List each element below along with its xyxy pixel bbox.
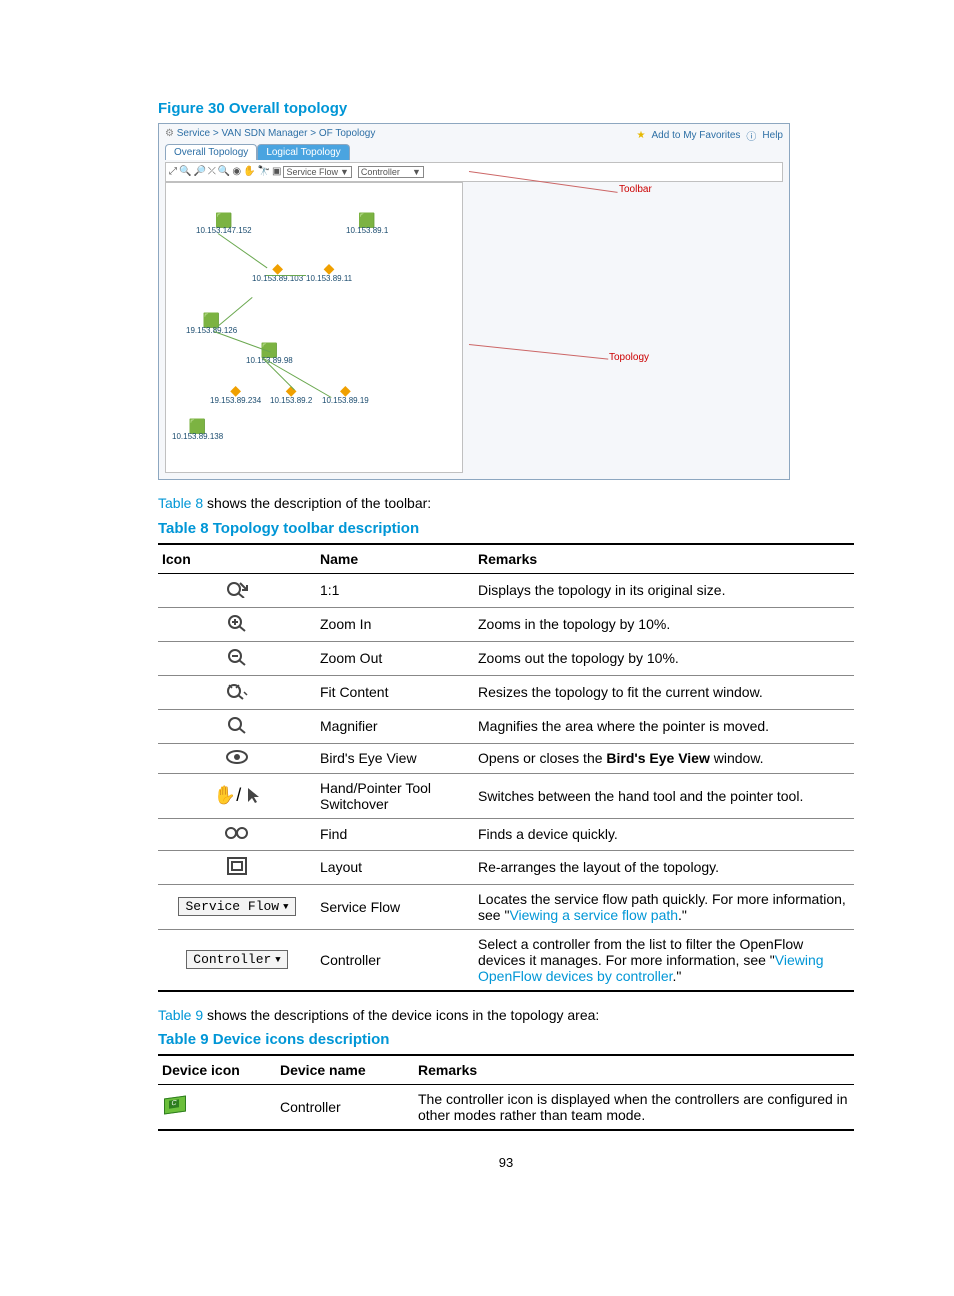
switch-icon: ◆: [306, 261, 352, 275]
table8-remarks: Zooms out the topology by 10%.: [474, 641, 854, 675]
hand-pointer-icon: ✋/: [214, 785, 260, 805]
table8-remarks: Zooms in the topology by 10%.: [474, 607, 854, 641]
doc-link[interactable]: Viewing OpenFlow devices by controller: [478, 952, 824, 984]
controller-icon: 🟩: [196, 213, 252, 227]
callout-toolbar: Toolbar: [619, 184, 652, 195]
topology-canvas: 🟩10.153.147.152 🟩10.153.89.1 ◆10.153.89.…: [165, 182, 463, 473]
zoom-in-icon[interactable]: 🔍: [179, 167, 191, 177]
find-icon[interactable]: 🔭: [258, 167, 270, 177]
table8-row: Service Flow▼ Service FlowLocates the ser…: [158, 884, 854, 929]
page-number: 93: [158, 1155, 854, 1170]
find-icon: [225, 825, 249, 841]
table8-h-remarks: Remarks: [474, 544, 854, 574]
table8-name: Service Flow: [316, 884, 474, 929]
one-to-one-icon[interactable]: ⤢: [169, 167, 177, 177]
controller-icon: 🟩: [346, 213, 388, 227]
table8-name: 1:1: [316, 573, 474, 607]
table8-row: ✋/ Hand/Pointer Tool SwitchoverSwitches …: [158, 773, 854, 818]
table8-remarks: Switches between the hand tool and the p…: [474, 773, 854, 818]
table-8: Icon Name Remarks 1:1Displays the topolo…: [158, 543, 854, 992]
controller-dropdown[interactable]: Controller▼: [186, 950, 287, 969]
controller-icon: 🟩: [172, 419, 223, 433]
table8-row: Controller▼ ControllerSelect a controller…: [158, 929, 854, 991]
table8-remarks: Select a controller from the list to fil…: [474, 929, 854, 991]
zoom-out-icon: [227, 648, 247, 666]
table8-remarks: Locates the service flow path quickly. F…: [474, 884, 854, 929]
table9-remarks: The controller icon is displayed when th…: [414, 1085, 854, 1131]
table8-remarks: Re-arranges the layout of the topology.: [474, 850, 854, 884]
zoom-in-icon: [227, 614, 247, 632]
magnifier-icon[interactable]: 🔍: [218, 167, 230, 177]
eye-icon[interactable]: ◉: [232, 167, 241, 177]
controller-dropdown[interactable]: Controller▼: [358, 166, 424, 178]
birds-eye-icon: [226, 750, 248, 764]
service-flow-dropdown[interactable]: Service Flow▼: [283, 166, 351, 178]
table8-row: Zoom InZooms in the topology by 10%.: [158, 607, 854, 641]
figure-overall-topology: ⚙ Service > VAN SDN Manager > OF Topolog…: [158, 123, 790, 480]
table-9: Device icon Device name Remarks C Contro…: [158, 1054, 854, 1131]
table8-row: Zoom OutZooms out the topology by 10%.: [158, 641, 854, 675]
table8-remarks: Magnifies the area where the pointer is …: [474, 709, 854, 743]
table9-h-remarks: Remarks: [414, 1055, 854, 1085]
layout-icon: [227, 857, 247, 875]
table8-h-icon: Icon: [158, 544, 316, 574]
table9-h-icon: Device icon: [158, 1055, 276, 1085]
service-flow-dropdown[interactable]: Service Flow▼: [178, 897, 295, 916]
callout-topology: Topology: [609, 352, 649, 363]
zoom-out-icon[interactable]: 🔎: [193, 167, 205, 177]
table8-row: Fit ContentResizes the topology to fit t…: [158, 675, 854, 709]
table8-name: Magnifier: [316, 709, 474, 743]
ref-table-8[interactable]: Table 8: [158, 495, 203, 511]
fit-content-icon: [226, 682, 248, 700]
layout-icon[interactable]: ▣: [272, 167, 281, 177]
table8-remarks: Opens or closes the Bird's Eye View wind…: [474, 743, 854, 773]
table8-remarks: Displays the topology in its original si…: [474, 573, 854, 607]
table9-row: C Controller The controller icon is disp…: [158, 1085, 854, 1131]
table8-row: 1:1Displays the topology in its original…: [158, 573, 854, 607]
table8-title: Table 8 Topology toolbar description: [158, 520, 854, 537]
table8-h-name: Name: [316, 544, 474, 574]
tab-logical-topology[interactable]: Logical Topology: [257, 144, 349, 160]
table8-row: MagnifierMagnifies the area where the po…: [158, 709, 854, 743]
add-favorites-link[interactable]: Add to My Favorites: [652, 130, 741, 141]
hand-icon[interactable]: ✋: [243, 167, 255, 177]
tab-overall-topology[interactable]: Overall Topology: [165, 144, 257, 160]
help-link[interactable]: Help: [762, 130, 783, 141]
paragraph-table9: Table 9 shows the descriptions of the de…: [158, 1006, 854, 1026]
switch-icon: ◆: [210, 383, 261, 397]
table8-remarks: Finds a device quickly.: [474, 818, 854, 850]
breadcrumb: ⚙ Service > VAN SDN Manager > OF Topolog…: [165, 128, 375, 139]
table9-name: Controller: [276, 1085, 414, 1131]
figure-title: Figure 30 Overall topology: [158, 100, 854, 117]
table8-name: Hand/Pointer Tool Switchover: [316, 773, 474, 818]
table8-name: Fit Content: [316, 675, 474, 709]
table8-name: Bird's Eye View: [316, 743, 474, 773]
table8-name: Zoom In: [316, 607, 474, 641]
table8-remarks: Resizes the topology to fit the current …: [474, 675, 854, 709]
table8-name: Find: [316, 818, 474, 850]
table8-row: Bird's Eye ViewOpens or closes the Bird'…: [158, 743, 854, 773]
doc-link[interactable]: Viewing a service flow path: [509, 907, 678, 923]
ref-table-9[interactable]: Table 9: [158, 1007, 203, 1023]
star-icon: ★: [637, 130, 646, 141]
table8-name: Controller: [316, 929, 474, 991]
controller-device-icon: C: [162, 1095, 188, 1117]
paragraph-table8: Table 8 shows the description of the too…: [158, 494, 854, 514]
help-icon[interactable]: ⓘ: [746, 128, 756, 143]
magnifier-icon: [227, 716, 247, 734]
table8-name: Layout: [316, 850, 474, 884]
one-to-one-icon: [226, 580, 248, 598]
table9-h-name: Device name: [276, 1055, 414, 1085]
fit-icon[interactable]: ⤫: [208, 167, 216, 177]
table9-title: Table 9 Device icons description: [158, 1031, 854, 1048]
table8-name: Zoom Out: [316, 641, 474, 675]
topbar-right: ★ Add to My Favorites ⓘ Help: [637, 128, 783, 143]
table8-row: FindFinds a device quickly.: [158, 818, 854, 850]
table8-row: LayoutRe-arranges the layout of the topo…: [158, 850, 854, 884]
